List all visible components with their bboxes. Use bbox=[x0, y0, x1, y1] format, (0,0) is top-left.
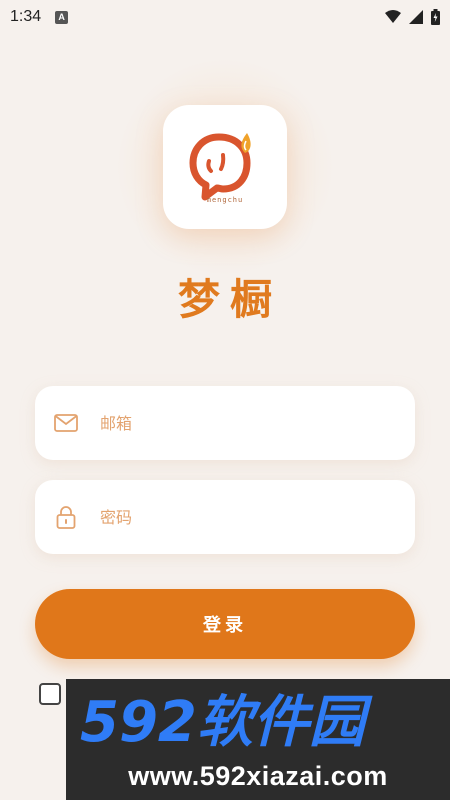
signal-icon bbox=[409, 10, 423, 24]
email-field[interactable] bbox=[35, 386, 415, 460]
app-name: 梦橱 bbox=[177, 275, 282, 324]
watermark-banner: 592软件园 www.592xiazai.com bbox=[66, 679, 450, 800]
speech-bubble-logo-icon bbox=[189, 133, 251, 201]
notification-icon: A bbox=[55, 10, 69, 24]
watermark-url: www.592xiazai.com bbox=[128, 761, 388, 791]
agreement-checkbox[interactable] bbox=[39, 683, 61, 705]
lock-icon bbox=[53, 504, 79, 530]
email-input[interactable] bbox=[100, 413, 380, 433]
logo-caption: mengchu bbox=[206, 196, 244, 204]
status-time: 1:34 bbox=[10, 8, 42, 25]
mail-icon bbox=[53, 410, 79, 436]
password-field[interactable] bbox=[35, 480, 415, 554]
login-button[interactable]: 登录 bbox=[35, 589, 415, 659]
wifi-icon bbox=[385, 10, 401, 23]
status-bar: 1:34 A bbox=[0, 0, 450, 34]
battery-icon bbox=[431, 9, 440, 25]
watermark-logo-text: 592软件园 bbox=[80, 690, 373, 753]
watermark-logo: 592软件园 bbox=[80, 690, 373, 753]
password-input[interactable] bbox=[100, 507, 380, 527]
status-icons bbox=[385, 9, 440, 25]
app-logo: mengchu bbox=[163, 105, 287, 229]
